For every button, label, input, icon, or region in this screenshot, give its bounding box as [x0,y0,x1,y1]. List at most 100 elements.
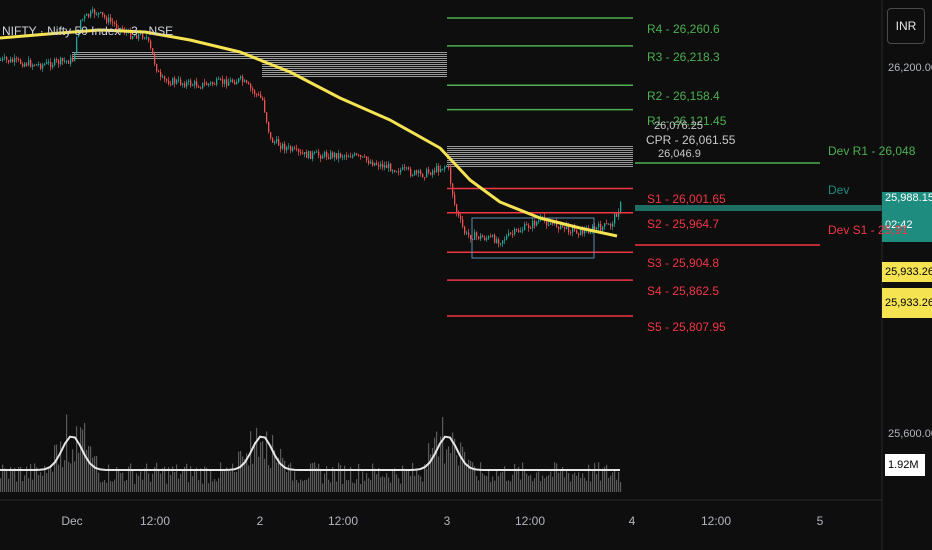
volume-bar [304,480,306,492]
volume-bar [410,476,412,492]
candle-body [308,151,310,158]
volume-bar [526,473,528,492]
currency-button[interactable]: INR [887,8,925,44]
volume-bar [600,480,602,492]
candle-body [244,80,246,83]
volume-bar [112,481,114,492]
candle-body [296,148,298,150]
candle-body [234,82,236,85]
volume-bar [290,462,292,492]
volume-bar [494,480,496,492]
volume-bar [130,463,132,492]
candle-body [212,82,214,85]
candle-body [552,223,554,225]
candle-body [384,165,386,168]
candle-body [526,224,528,226]
candle-body [2,58,4,60]
candle-body [22,63,24,67]
candle-body [304,152,306,155]
candle-body [604,223,606,227]
candle-body [94,9,96,15]
volume-bar [616,479,618,492]
candle-body [334,152,336,158]
volume-bar [60,441,62,492]
candle-body [56,59,58,61]
candle-body [474,232,476,240]
candle-body [54,59,56,66]
candle-body [428,169,430,173]
candle-body [34,64,36,66]
volume-bar [90,446,92,492]
volume-bar [364,480,366,492]
candle-body [494,235,496,243]
volume-bar [380,477,382,492]
candle-body [620,202,622,212]
candle-body [286,147,288,151]
cpr-band-line [447,158,633,159]
price-chart[interactable] [0,0,932,550]
candle-body [168,80,170,85]
candle-body [518,229,520,233]
volume-bar [484,475,486,492]
candle-body [16,58,18,60]
volume-bar [358,463,360,492]
candle-body [196,81,198,87]
candle-body [38,64,40,66]
candle-body [338,153,340,159]
symbol-title[interactable]: NIFTY · Nifty 50 Index · 3 · NSE [2,24,173,38]
candle-body [538,220,540,222]
candle-body [314,151,316,153]
volume-bar [142,479,144,492]
volume-bar [572,474,574,492]
volume-bar [102,481,104,492]
volume-bar [398,478,400,492]
volume-bar [580,478,582,492]
volume-bar [236,471,238,492]
volume-bar [276,462,278,492]
volume-bar [298,482,300,492]
volume-bar [468,459,470,492]
candle-body [10,59,12,63]
candle-body [160,71,162,78]
volume-bar [438,456,440,492]
candle-body [76,36,78,53]
volume-bar [182,469,184,492]
volume-bar [368,478,370,492]
candle-body [96,14,98,16]
volume-bar [538,471,540,492]
candle-body [62,57,64,62]
candle-body [422,173,424,178]
volume-bar [552,476,554,492]
bc-label: 26,046.9 [658,148,701,160]
candle-body [454,194,456,205]
candle-body [290,146,292,151]
cpr-band-line [447,160,633,161]
volume-bar [578,472,580,492]
volume-bar [498,476,500,492]
volume-bar [50,464,52,492]
candle-body [426,169,428,178]
dev-s1-label: Dev S1 - 25,91 [828,223,909,237]
candle-body [480,235,482,239]
volume-bar [0,478,2,492]
volume-bar [360,483,362,492]
volume-bar [146,463,148,492]
volume-bar [406,470,408,492]
volume-bar [416,468,418,492]
volume-bar [14,467,16,492]
volume-bar [100,482,102,492]
volume-bar [384,477,386,492]
volume-bar [158,470,160,492]
cpr-band-line [262,76,447,77]
candle-body [310,151,312,159]
volume-bar [570,481,572,492]
volume-bar [170,474,172,492]
volume-bar [178,478,180,492]
volume-bar [114,479,116,492]
candle-body [366,156,368,161]
pivot-label-r4: R4 - 26,260.6 [647,22,720,36]
candle-body [408,167,410,169]
candle-body [436,165,438,172]
volume-bar [286,472,288,492]
candle-body [528,225,530,228]
